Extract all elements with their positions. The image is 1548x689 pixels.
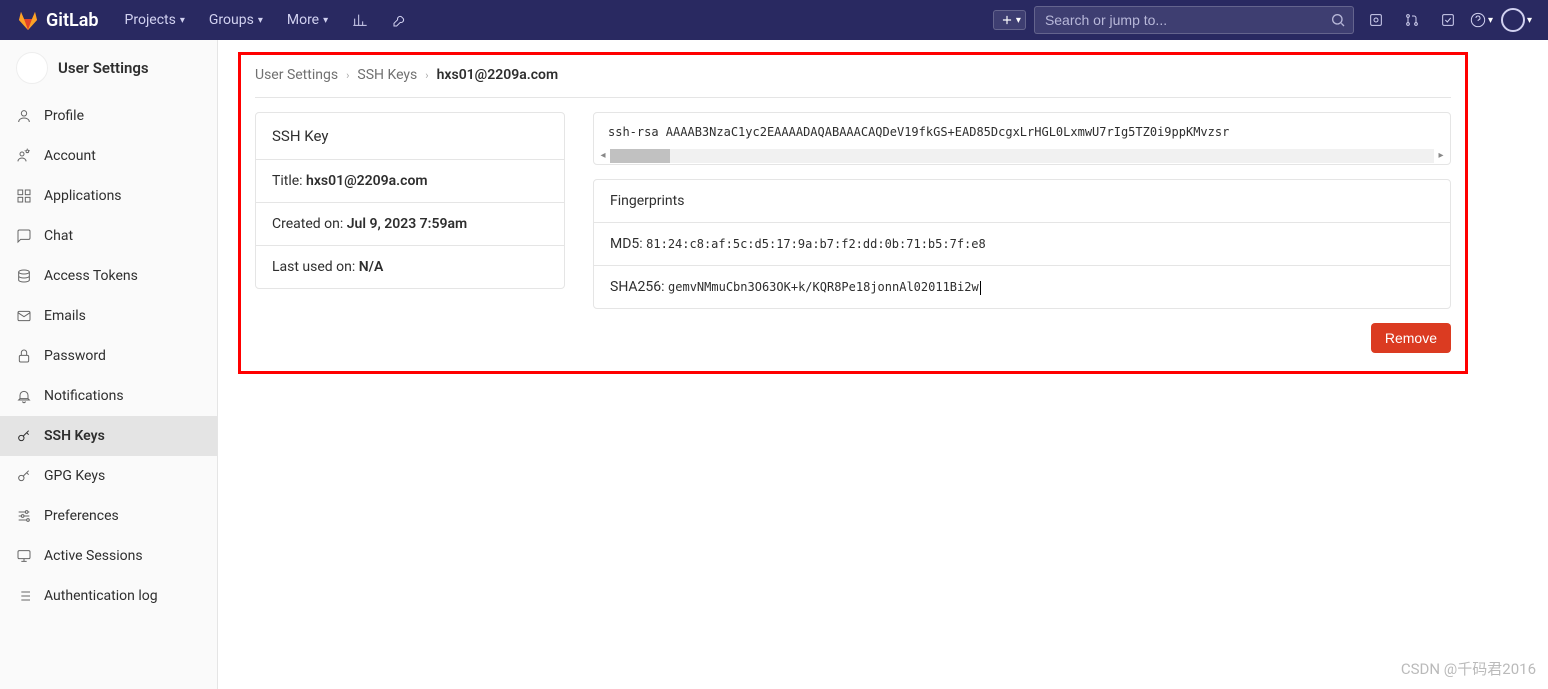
chat-icon (16, 228, 32, 244)
crumb-ssh-keys[interactable]: SSH Keys (357, 67, 417, 83)
account-icon (16, 148, 32, 164)
public-key-box: ssh-rsa AAAAB3NzaC1yc2EAAAADAQABAAACAQDe… (593, 112, 1451, 165)
user-menu[interactable]: ▾ (1501, 8, 1532, 32)
sidebar-item-gpg-keys[interactable]: GPG Keys (0, 456, 217, 496)
user-avatar (16, 52, 48, 84)
fingerprints-box: Fingerprints MD5: 81:24:c8:af:5c:d5:17:9… (593, 179, 1451, 309)
breadcrumb: User Settings › SSH Keys › hxs01@2209a.c… (255, 63, 1451, 97)
scroll-right-icon[interactable]: ▸ (1434, 149, 1448, 163)
profile-icon (16, 108, 32, 124)
nav-groups[interactable]: Groups▾ (199, 6, 273, 34)
search-icon (1330, 12, 1346, 28)
sidebar-item-applications[interactable]: Applications (0, 176, 217, 216)
wrench-icon (392, 12, 408, 28)
ssh-key-card: SSH Key Title: hxs01@2209a.com Created o… (255, 112, 565, 289)
main-content: User Settings › SSH Keys › hxs01@2209a.c… (218, 40, 1548, 689)
chevron-right-icon: › (425, 69, 428, 82)
todos-link[interactable] (1434, 6, 1462, 34)
chart-icon (352, 12, 368, 28)
horizontal-scrollbar[interactable]: ◂ ▸ (594, 147, 1450, 164)
public-key-text[interactable]: ssh-rsa AAAAB3NzaC1yc2EAAAADAQABAAACAQDe… (594, 113, 1450, 147)
actions-row: Remove (593, 323, 1451, 353)
new-button[interactable]: ▾ (993, 10, 1026, 30)
sidebar: User Settings Profile Account Applicatio… (0, 40, 218, 689)
help-link[interactable]: ▾ (1470, 12, 1493, 28)
sidebar-item-account[interactable]: Account (0, 136, 217, 176)
merge-requests-link[interactable] (1398, 6, 1426, 34)
chevron-right-icon: › (346, 69, 349, 82)
fingerprints-header: Fingerprints (594, 180, 1450, 223)
bell-icon (16, 388, 32, 404)
sidebar-item-chat[interactable]: Chat (0, 216, 217, 256)
fingerprint-sha256-row: SHA256: gemvNMmuCbn3O63OK+k/KQR8Pe18jonn… (594, 266, 1450, 308)
ssh-key-created-row: Created on: Jul 9, 2023 7:59am (256, 203, 564, 246)
plus-icon (1000, 13, 1014, 27)
scroll-left-icon[interactable]: ◂ (596, 149, 610, 163)
key-icon (16, 428, 32, 444)
brand[interactable]: GitLab (16, 8, 99, 32)
scroll-thumb[interactable] (610, 149, 670, 163)
nav-activity[interactable] (342, 6, 378, 34)
lock-icon (16, 348, 32, 364)
sidebar-item-profile[interactable]: Profile (0, 96, 217, 136)
nav-more[interactable]: More▾ (277, 6, 338, 34)
avatar-icon (1501, 8, 1525, 32)
help-icon (1470, 12, 1486, 28)
divider (255, 97, 1451, 98)
sidebar-item-auth-log[interactable]: Authentication log (0, 576, 217, 616)
sidebar-item-ssh-keys[interactable]: SSH Keys (0, 416, 217, 456)
applications-icon (16, 188, 32, 204)
chevron-down-icon: ▾ (1016, 15, 1021, 26)
token-icon (16, 268, 32, 284)
gitlab-logo-icon (16, 8, 40, 32)
chevron-down-icon: ▾ (1527, 15, 1532, 26)
scroll-track[interactable] (610, 149, 1434, 163)
chevron-down-icon: ▾ (180, 15, 185, 26)
sidebar-item-notifications[interactable]: Notifications (0, 376, 217, 416)
highlight-box: User Settings › SSH Keys › hxs01@2209a.c… (238, 52, 1468, 374)
nav-menu: Projects▾ Groups▾ More▾ (115, 6, 419, 34)
chevron-down-icon: ▾ (258, 15, 263, 26)
sidebar-header: User Settings (0, 40, 217, 96)
mail-icon (16, 308, 32, 324)
chevron-down-icon: ▾ (1488, 15, 1493, 26)
crumb-current: hxs01@2209a.com (437, 67, 559, 83)
nav-right: ▾ ▾ ▾ (993, 6, 1532, 34)
ssh-key-card-header: SSH Key (256, 113, 564, 160)
sidebar-item-password[interactable]: Password (0, 336, 217, 376)
ssh-key-lastused-row: Last used on: N/A (256, 246, 564, 288)
fingerprint-md5-row: MD5: 81:24:c8:af:5c:d5:17:9a:b7:f2:dd:0b… (594, 223, 1450, 266)
ssh-key-title-row: Title: hxs01@2209a.com (256, 160, 564, 203)
merge-request-icon (1404, 12, 1420, 28)
list-icon (16, 588, 32, 604)
remove-button[interactable]: Remove (1371, 323, 1451, 353)
sidebar-item-preferences[interactable]: Preferences (0, 496, 217, 536)
sidebar-item-active-sessions[interactable]: Active Sessions (0, 536, 217, 576)
search-wrap (1034, 6, 1354, 34)
issues-link[interactable] (1362, 6, 1390, 34)
monitor-icon (16, 548, 32, 564)
chevron-down-icon: ▾ (323, 15, 328, 26)
todo-icon (1440, 12, 1456, 28)
sliders-icon (16, 508, 32, 524)
sidebar-title: User Settings (58, 59, 149, 77)
nav-admin[interactable] (382, 6, 418, 34)
issues-icon (1368, 12, 1384, 28)
key-icon (16, 468, 32, 484)
sidebar-item-access-tokens[interactable]: Access Tokens (0, 256, 217, 296)
crumb-user-settings[interactable]: User Settings (255, 67, 338, 83)
nav-projects[interactable]: Projects▾ (115, 6, 195, 34)
search-input[interactable] (1034, 6, 1354, 34)
top-navbar: GitLab Projects▾ Groups▾ More▾ ▾ ▾ ▾ (0, 0, 1548, 40)
sidebar-item-emails[interactable]: Emails (0, 296, 217, 336)
brand-text: GitLab (46, 10, 99, 31)
